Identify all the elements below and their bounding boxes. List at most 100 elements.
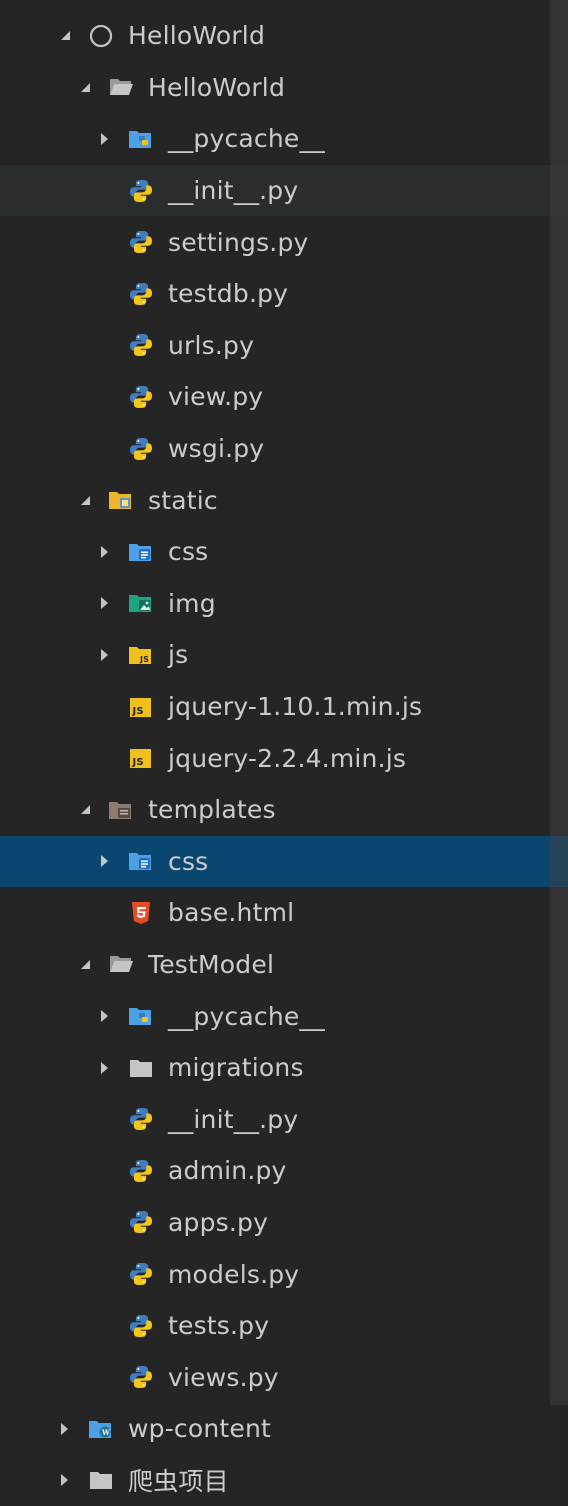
tree-row[interactable]: admin.py [0, 1145, 568, 1197]
tree-item-label: wp-content [128, 1414, 272, 1444]
explorer-tree: HelloWorld HelloWorld __pycache__ __init__.… [0, 10, 568, 1506]
tree-row[interactable]: apps.py [0, 1197, 568, 1249]
tree-item-label: js [168, 640, 189, 670]
tree-item-label: view.py [168, 382, 264, 412]
collapse-arrow-icon[interactable] [52, 1417, 76, 1441]
tree-item-label: static [148, 485, 218, 515]
collapse-arrow-icon[interactable] [92, 1056, 116, 1080]
folder-open-icon [108, 951, 134, 977]
tree-item-label: css [168, 846, 209, 876]
tree-row[interactable]: migrations [0, 1042, 568, 1094]
tree-row[interactable]: testdb.py [0, 268, 568, 320]
tree-row[interactable]: HelloWorld [0, 62, 568, 114]
python-file-icon [128, 178, 154, 204]
python-file-icon [128, 281, 154, 307]
folder-css-icon [128, 848, 154, 874]
tree-item-label: __init__.py [168, 176, 299, 206]
python-file-icon [128, 332, 154, 358]
folder-js-icon: JS [128, 642, 154, 668]
folder-python-icon [128, 126, 154, 152]
python-file-icon [128, 1158, 154, 1184]
collapse-arrow-icon[interactable] [92, 849, 116, 873]
tree-row[interactable]: base.html [0, 887, 568, 939]
tree-item-label: templates [148, 795, 276, 825]
svg-text:JS: JS [132, 706, 144, 717]
tree-row[interactable]: static [0, 474, 568, 526]
tree-row[interactable]: 爬虫项目 [0, 1455, 568, 1506]
tree-row[interactable]: css [0, 835, 568, 888]
tree-item-label: views.py [168, 1362, 279, 1392]
tree-item-label: models.py [168, 1259, 300, 1289]
collapse-arrow-icon[interactable] [92, 540, 116, 564]
js-file-icon: JS [128, 745, 154, 771]
tree-row[interactable]: Wwp-content [0, 1403, 568, 1455]
tree-row[interactable]: templates [0, 784, 568, 836]
expand-arrow-icon[interactable] [72, 952, 96, 976]
tree-row[interactable]: __init__.py [0, 164, 568, 217]
js-file-icon: JS [128, 694, 154, 720]
tree-item-label: tests.py [168, 1311, 270, 1341]
tree-row[interactable]: __init__.py [0, 1093, 568, 1145]
folder-closed-icon [88, 1467, 114, 1493]
tree-row[interactable]: wsgi.py [0, 423, 568, 475]
tree-row[interactable]: urls.py [0, 320, 568, 372]
python-file-icon [128, 1313, 154, 1339]
html-file-icon [128, 900, 154, 926]
tree-item-label: admin.py [168, 1156, 287, 1186]
python-file-icon [128, 229, 154, 255]
folder-open-icon [108, 74, 134, 100]
tree-row[interactable]: view.py [0, 371, 568, 423]
tree-item-label: apps.py [168, 1207, 269, 1237]
tree-item-label: jquery-1.10.1.min.js [168, 692, 423, 722]
tree-item-label: wsgi.py [168, 434, 265, 464]
svg-text:JS: JS [132, 757, 144, 768]
tree-item-label: 爬虫项目 [128, 1467, 229, 1497]
tree-row[interactable]: __pycache__ [0, 113, 568, 165]
tree-item-label: __pycache__ [168, 1001, 325, 1031]
collapse-arrow-icon[interactable] [92, 127, 116, 151]
tree-row[interactable]: img [0, 578, 568, 630]
python-file-icon [128, 1209, 154, 1235]
python-file-icon [128, 1261, 154, 1287]
tree-item-label: base.html [168, 898, 295, 928]
expand-arrow-icon[interactable] [72, 75, 96, 99]
tree-item-label: settings.py [168, 227, 309, 257]
tree-row[interactable]: TestModel [0, 939, 568, 991]
tree-item-label: css [168, 537, 209, 567]
tree-row[interactable]: __pycache__ [0, 990, 568, 1042]
folder-wordpress-icon: W [88, 1416, 114, 1442]
tree-row[interactable]: tests.py [0, 1300, 568, 1352]
tree-row[interactable]: css [0, 526, 568, 578]
collapse-arrow-icon[interactable] [92, 643, 116, 667]
svg-text:W: W [101, 1428, 110, 1437]
python-file-icon [128, 384, 154, 410]
python-file-icon [128, 1106, 154, 1132]
tree-row[interactable]: HelloWorld [0, 10, 568, 62]
python-file-icon [128, 436, 154, 462]
workspace-ring-icon [88, 23, 114, 49]
tree-item-label: migrations [168, 1053, 304, 1083]
python-file-icon [128, 1364, 154, 1390]
svg-text:JS: JS [139, 655, 149, 664]
folder-images-icon [128, 590, 154, 616]
tree-row[interactable]: views.py [0, 1351, 568, 1403]
tree-row[interactable]: JS jquery-2.2.4.min.js [0, 732, 568, 784]
tree-row[interactable]: JS jquery-1.10.1.min.js [0, 681, 568, 733]
folder-static-icon [108, 487, 134, 513]
tree-row[interactable]: models.py [0, 1248, 568, 1300]
tree-item-label: TestModel [148, 949, 275, 979]
expand-arrow-icon[interactable] [72, 488, 96, 512]
tree-item-label: img [168, 588, 216, 618]
collapse-arrow-icon[interactable] [92, 591, 116, 615]
collapse-arrow-icon[interactable] [92, 1004, 116, 1028]
folder-templates-icon [108, 797, 134, 823]
tree-item-label: __pycache__ [168, 124, 325, 154]
expand-arrow-icon[interactable] [52, 24, 76, 48]
vertical-scrollbar[interactable] [550, 0, 568, 1405]
tree-row[interactable]: settings.py [0, 216, 568, 268]
expand-arrow-icon[interactable] [72, 798, 96, 822]
tree-item-label: jquery-2.2.4.min.js [168, 743, 407, 773]
collapse-arrow-icon[interactable] [52, 1468, 76, 1492]
folder-closed-icon [128, 1055, 154, 1081]
tree-row[interactable]: JS js [0, 629, 568, 681]
